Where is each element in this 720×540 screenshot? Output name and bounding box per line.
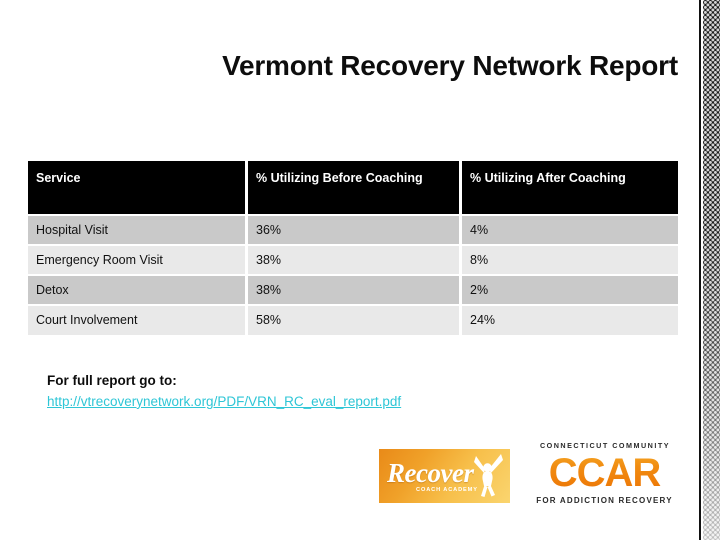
cell-before: 38% xyxy=(248,274,462,305)
full-report-note: For full report go to: http://vtrecovery… xyxy=(47,371,647,413)
decorative-edge-band xyxy=(698,0,720,540)
column-header-before-coaching: % Utilizing Before Coaching xyxy=(248,161,462,214)
service-utilization-table: Service % Utilizing Before Coaching % Ut… xyxy=(28,161,678,335)
ccar-tagline-top: CONNECTICUT COMMUNITY xyxy=(539,441,671,450)
recover-wordmark: Recover xyxy=(387,458,474,488)
cell-after: 24% xyxy=(462,304,678,335)
table-header-row: Service % Utilizing Before Coaching % Ut… xyxy=(28,161,678,214)
ccar-logo: CONNECTICUT COMMUNITY CCAR FOR ADDICTION… xyxy=(533,441,676,507)
table-row: Emergency Room Visit 38% 8% xyxy=(28,244,678,275)
page-title: Vermont Recovery Network Report xyxy=(222,50,678,81)
cell-service: Detox xyxy=(28,274,248,305)
cell-before: 36% xyxy=(248,214,462,245)
cell-service: Hospital Visit xyxy=(28,214,248,245)
cell-service: Emergency Room Visit xyxy=(28,244,248,275)
slide-canvas: Vermont Recovery Network Report Service … xyxy=(0,0,720,540)
cell-service: Court Involvement xyxy=(28,304,248,335)
note-label: For full report go to: xyxy=(47,373,177,388)
table-row: Hospital Visit 36% 4% xyxy=(28,214,678,245)
recovery-coach-academy-logo: Recover COACH ACADEMY xyxy=(379,449,510,503)
column-header-after-coaching: % Utilizing After Coaching xyxy=(462,161,678,214)
cell-before: 38% xyxy=(248,244,462,275)
ccar-tagline-bottom: FOR ADDICTION RECOVERY xyxy=(536,496,673,505)
cell-after: 4% xyxy=(462,214,678,245)
full-report-link[interactable]: http://vtrecoverynetwork.org/PDF/VRN_RC_… xyxy=(47,392,401,413)
recover-subtitle: COACH ACADEMY xyxy=(416,487,478,493)
table-row: Court Involvement 58% 24% xyxy=(28,304,678,335)
column-header-service: Service xyxy=(28,161,248,214)
table-header: Service % Utilizing Before Coaching % Ut… xyxy=(28,161,678,214)
edge-vertical-rule xyxy=(699,0,701,540)
cell-after: 2% xyxy=(462,274,678,305)
ccar-wordmark: CCAR xyxy=(533,452,676,494)
cell-after: 8% xyxy=(462,244,678,275)
cell-before: 58% xyxy=(248,304,462,335)
edge-fade-overlay xyxy=(703,0,720,540)
raised-arms-person-icon xyxy=(474,454,503,497)
table-body: Hospital Visit 36% 4% Emergency Room Vis… xyxy=(28,214,678,335)
table-row: Detox 38% 2% xyxy=(28,274,678,305)
